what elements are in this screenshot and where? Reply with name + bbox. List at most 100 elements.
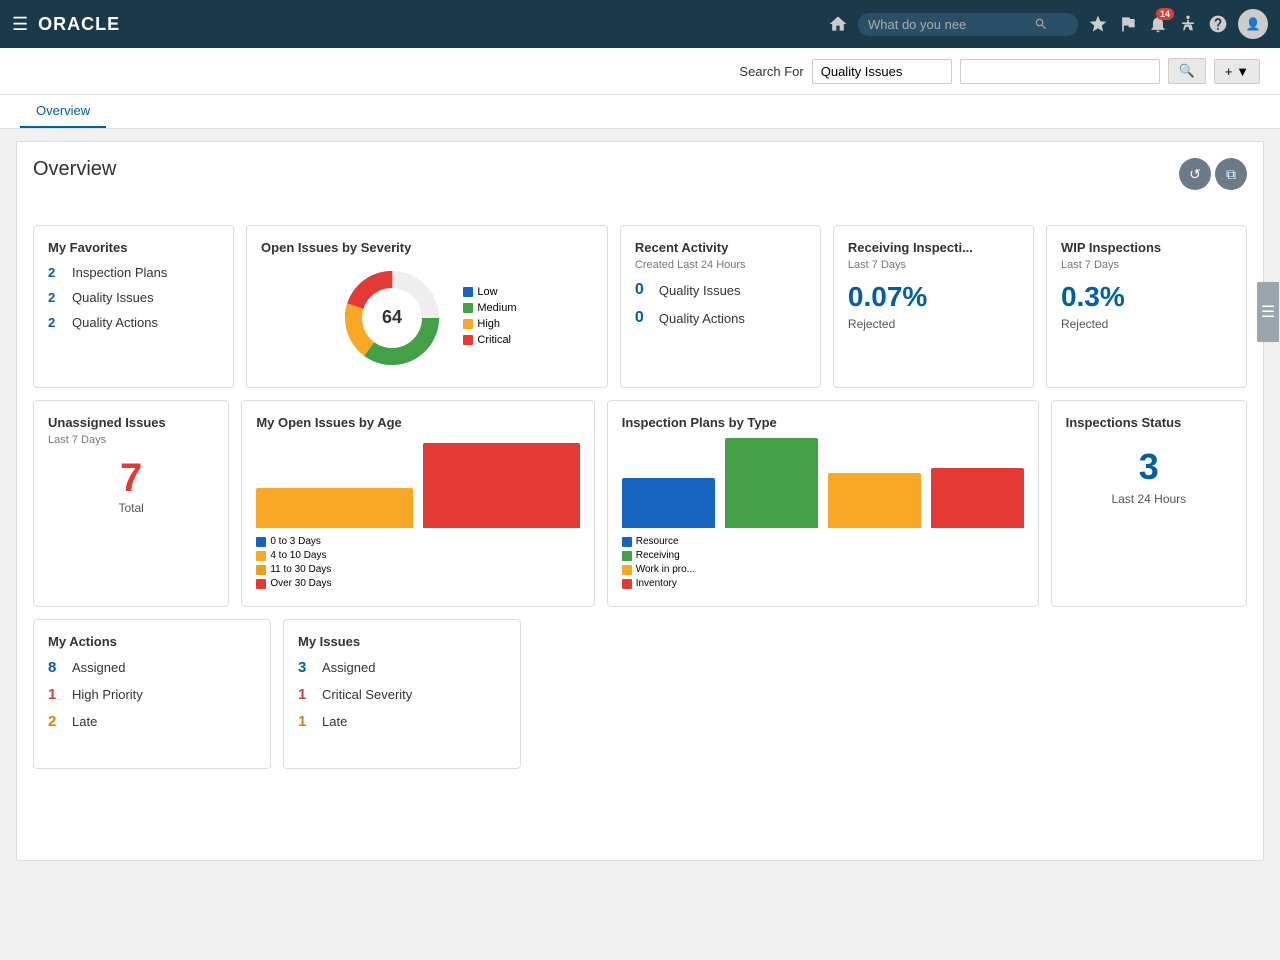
my-issues-late-label: Late [322,714,347,729]
inspection-plans-type-card: Inspection Plans by Type Resource Receiv… [607,400,1039,607]
my-favorites-card: My Favorites 2 Inspection Plans 2 Qualit… [33,225,234,388]
age-bar-legend: 0 to 3 Days 4 to 10 Days 11 to 30 Days O… [256,536,579,589]
unassigned-issues-subtitle: Last 7 Days [48,434,214,446]
receiving-inspection-card: Receiving Inspecti... Last 7 Days 0.07% … [833,225,1034,388]
tab-bar: Overview [0,95,1280,129]
inspections-status-label: Last 24 Hours [1066,492,1232,506]
overview-toolbar: ↺ ⧉ [1179,158,1247,190]
user-avatar[interactable]: 👤 [1238,9,1268,39]
help-icon[interactable] [1208,14,1228,34]
unassigned-issues-total: 7 [48,456,214,501]
age-bar-0-3 [256,488,413,528]
age-legend-4-10: 4 to 10 Days [270,550,326,561]
top-nav: ☰ ORACLE 14 👤 [0,0,1280,48]
donut-chart: 64 [337,263,447,373]
my-actions-late-label: Late [72,714,97,729]
my-issues-critical-label: Critical Severity [322,687,412,702]
notification-count-badge: 14 [1156,8,1174,20]
my-actions-assigned-label: Assigned [72,660,125,675]
hamburger-menu-icon[interactable]: ☰ [12,14,28,35]
recent-quality-actions-count: 0 [635,309,651,327]
receiving-inspection-label: Rejected [848,317,1019,331]
oracle-logo: ORACLE [38,14,120,35]
inspection-plans-type-title: Inspection Plans by Type [622,415,1024,430]
recent-activity-quality-issues[interactable]: 0 Quality Issues [635,281,806,299]
unassigned-issues-total-label: Total [48,501,214,515]
my-issues-assigned-count: 3 [298,659,314,676]
wip-inspections-label: Rejected [1061,317,1232,331]
my-actions-card: My Actions 8 Assigned 1 High Priority 2 … [33,619,271,769]
recent-activity-card: Recent Activity Created Last 24 Hours 0 … [620,225,821,388]
ipt-bar-legend: Resource Receiving Work in pro... Invent… [622,536,1024,589]
favorites-quality-actions-count: 2 [48,315,64,330]
my-issues-late-count: 1 [298,713,314,730]
my-issues-assigned-item[interactable]: 3 Assigned [298,659,506,676]
home-icon[interactable] [828,14,848,34]
overview-panel: Overview ↺ ⧉ ☰ My Favorites 2 Inspection… [16,141,1264,861]
favorites-quality-issues-label: Quality Issues [72,290,154,305]
global-search-input[interactable] [868,17,1028,32]
wip-inspections-card: WIP Inspections Last 7 Days 0.3% Rejecte… [1046,225,1247,388]
open-issues-age-card: My Open Issues by Age 0 to 3 Days 4 to 1… [241,400,594,607]
ipt-bar-receiving [725,438,818,528]
copy-button[interactable]: ⧉ [1215,158,1247,190]
inspections-status-count: 3 [1066,446,1232,488]
right-sidebar-toggle[interactable]: ☰ [1257,282,1279,342]
ipt-legend-receiving: Receiving [636,550,680,561]
accessibility-icon[interactable] [1178,14,1198,34]
favorites-icon[interactable] [1088,14,1108,34]
my-favorites-title: My Favorites [48,240,219,255]
svg-text:64: 64 [382,307,402,327]
recent-activity-quality-actions[interactable]: 0 Quality Actions [635,309,806,327]
recent-activity-subtitle: Created Last 24 Hours [635,259,806,271]
favorites-quality-issues-item[interactable]: 2 Quality Issues [48,290,219,305]
search-for-label: Search For [739,64,803,79]
age-legend-0-3: 0 to 3 Days [270,536,321,547]
ipt-legend-resource: Resource [636,536,679,547]
my-actions-assigned-count: 8 [48,659,64,676]
wip-inspections-subtitle: Last 7 Days [1061,259,1232,271]
open-issues-severity-title: Open Issues by Severity [261,240,593,255]
unassigned-issues-title: Unassigned Issues [48,415,214,430]
overview-title: Overview [33,158,1247,181]
age-bar-4-10 [423,443,580,528]
my-actions-late-item[interactable]: 2 Late [48,713,256,730]
wip-inspections-title: WIP Inspections [1061,240,1232,255]
ipt-legend-inventory: Inventory [636,578,677,589]
tab-overview[interactable]: Overview [20,95,106,128]
my-issues-critical-severity-item[interactable]: 1 Critical Severity [298,686,506,703]
my-issues-critical-count: 1 [298,686,314,703]
inspections-status-title: Inspections Status [1066,415,1232,430]
recent-quality-issues-label: Quality Issues [659,283,741,298]
my-actions-high-priority-label: High Priority [72,687,143,702]
ipt-bar-inventory [931,468,1024,528]
notification-bell-icon[interactable]: 14 [1148,14,1168,34]
age-legend-11-30: 11 to 30 Days [270,564,331,575]
recent-activity-title: Recent Activity [635,240,806,255]
search-for-field-input[interactable] [960,59,1160,84]
my-actions-high-priority-item[interactable]: 1 High Priority [48,686,256,703]
search-for-value-input[interactable] [812,59,952,84]
ipt-bar-wip [828,473,921,528]
open-issues-severity-card: Open Issues by Severity [246,225,608,388]
my-actions-late-count: 2 [48,713,64,730]
refresh-button[interactable]: ↺ [1179,158,1211,190]
flag-icon[interactable] [1118,14,1138,34]
global-search-bar[interactable] [858,13,1078,36]
empty-space [533,619,1247,769]
my-issues-assigned-label: Assigned [322,660,375,675]
favorites-inspection-plans-label: Inspection Plans [72,265,167,280]
favorites-quality-actions-item[interactable]: 2 Quality Actions [48,315,219,330]
unassigned-issues-card: Unassigned Issues Last 7 Days 7 Total [33,400,229,607]
favorites-inspection-plans-item[interactable]: 2 Inspection Plans [48,265,219,280]
my-actions-assigned-item[interactable]: 8 Assigned [48,659,256,676]
open-issues-age-title: My Open Issues by Age [256,415,579,430]
my-issues-late-item[interactable]: 1 Late [298,713,506,730]
favorites-quality-actions-label: Quality Actions [72,315,158,330]
ipt-bar-resource [622,478,715,528]
wip-inspections-percentage: 0.3% [1061,281,1232,313]
main-area: Search For 🔍 + ▼ Overview Overview ↺ ⧉ ☰… [0,48,1280,960]
favorites-inspection-plans-count: 2 [48,265,64,280]
add-button[interactable]: + ▼ [1214,59,1260,84]
search-execute-button[interactable]: 🔍 [1168,58,1206,84]
